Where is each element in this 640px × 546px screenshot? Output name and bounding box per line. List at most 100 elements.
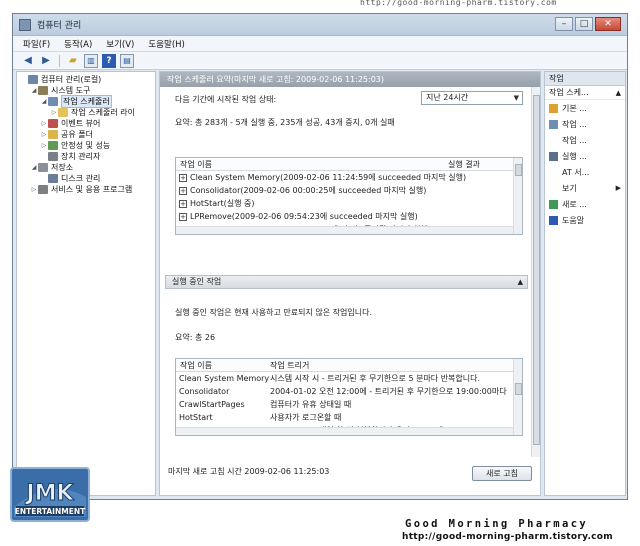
task-status-header: 작업 이름 실행 결과 [176,158,522,171]
status-summary: 요약: 총 283개 - 5개 실행 중, 235개 성공, 43개 중지, 0… [175,118,395,127]
table-row[interactable]: Consolidator 2004-01-02 오전 12:00에 - 트리거된 … [176,385,522,398]
table-row[interactable]: + HotStart(실행 중) [176,197,522,210]
watermark-title: Good Morning Pharmacy [405,518,589,530]
table-row[interactable]: + LPRemove(2009-02-06 09:54:23에 succeeded… [176,210,522,223]
actions-header: 작업 [545,72,625,86]
expand-toggle-icon[interactable]: ▷ [50,109,58,116]
table-row[interactable]: + Consolidator(2009-02-06 00:00:25에 succe… [176,184,522,197]
action-item[interactable]: 작업 ... [545,132,625,148]
expand-plus-icon[interactable]: + [179,186,187,195]
table-row[interactable]: HotStart 사용자가 로그온할 때 [176,411,522,424]
tree-node[interactable]: 장치 관리자 [17,151,155,162]
action-item[interactable]: 도움말 [545,212,625,228]
menu-action[interactable]: 동작(A) [64,38,92,50]
cropped-url-fragment: http://good-morning-pharm.tistory.com [360,0,557,7]
expand-toggle-icon[interactable]: ◢ [30,164,38,171]
table-row[interactable]: Clean System Memory 시스템 시작 시 - 트리거된 후 무기한… [176,372,522,385]
action-label: 보기 [562,183,577,193]
time-range-dropdown[interactable]: 지난 24시간 ▼ [421,91,523,105]
expand-plus-icon[interactable]: + [179,212,187,221]
summary-scrollbar[interactable] [531,87,540,457]
back-arrow-icon[interactable]: ◀ [21,54,35,68]
running-tasks-hscrollbar[interactable] [176,427,513,435]
action-item[interactable]: 보기 ▶ [545,180,625,196]
minimize-button[interactable]: – [555,17,573,31]
close-button[interactable]: ✕ [595,17,621,31]
table-row[interactable]: + Clean System Memory(2009-02-06 11:24:59… [176,171,522,184]
refresh-button[interactable]: 새로 고침 [472,466,532,481]
maximize-button[interactable]: □ [575,17,593,31]
running-tasks-section[interactable]: 실행 중인 작업 ▲ [165,275,528,289]
help-icon[interactable]: ? [102,53,116,68]
title-bar[interactable]: 컴퓨터 관리 – □ ✕ [13,14,627,36]
actions-subheader[interactable]: 작업 스케... ▲ [545,86,625,100]
blank-icon-space [549,136,558,145]
computer-icon [28,75,38,84]
expand-plus-icon[interactable]: + [179,199,187,208]
menu-view[interactable]: 보기(V) [106,38,134,50]
chevron-down-icon: ▼ [513,94,519,102]
tree-node[interactable]: ▷ 안정성 및 성능 [17,140,155,151]
action-item[interactable]: 실행 ... [545,148,625,164]
action-label: 작업 ... [562,119,587,129]
column-task-trigger[interactable]: 작업 트리거 [270,360,309,371]
tree-node[interactable]: ◢ 저장소 [17,162,155,173]
tree-node-label: 안정성 및 성능 [61,141,111,150]
expand-toggle-icon[interactable]: ▷ [40,142,48,149]
tree-node[interactable]: ▷ 이벤트 뷰어 [17,118,155,129]
basic-task-icon [549,103,558,113]
column-task-name[interactable]: 작업 이름 [176,159,448,170]
task-status-hscrollbar[interactable] [176,226,513,234]
tree-node[interactable]: 디스크 관리 [17,173,155,184]
action-item[interactable]: 기본 ... [545,100,625,116]
forward-arrow-icon[interactable]: ▶ [39,54,53,68]
running-tasks-title: 실행 중인 작업 [172,277,222,286]
action-item[interactable]: 작업 ... [545,116,625,132]
create-task-icon [549,119,558,129]
disk-icon [48,174,58,183]
column-run-result[interactable]: 실행 결과 [448,159,480,170]
tree-node-label: 공유 폴더 [61,130,93,139]
tools-icon [38,86,48,95]
summary-scroll-thumb[interactable] [533,95,540,445]
computer-management-window: 컴퓨터 관리 – □ ✕ 파일(F) 동작(A) 보기(V) 도움말(H) ◀ … [12,13,628,500]
tree-node[interactable]: ▷ 서비스 및 응용 프로그램 [17,184,155,195]
menu-file[interactable]: 파일(F) [23,38,50,50]
task-status-text: LPRemove(2009-02-06 09:54:23에 succeeded … [190,212,418,221]
expand-toggle-icon[interactable]: ▷ [30,186,38,193]
tree-node[interactable]: ▷ 작업 스케줄러 라이 [17,107,155,118]
task-name-cell: HotStart [179,413,213,422]
task-trigger-cell: 컴퓨터가 유휴 상태일 때 [270,400,352,409]
device-manager-icon [48,152,58,161]
action-label: AT 서... [562,167,590,177]
up-folder-icon[interactable]: ▰ [66,54,80,68]
running-tasks-icon [549,151,558,161]
expand-toggle-icon[interactable]: ▷ [40,120,48,127]
menu-help[interactable]: 도움말(H) [148,38,184,50]
task-trigger-cell: 2004-01-02 오전 12:00에 - 트리거된 후 무기한으로 19:0… [270,387,507,396]
column-task-name[interactable]: 작업 이름 [176,360,270,371]
tree-node[interactable]: 컴퓨터 관리(로컬) [17,74,155,85]
action-label: 실행 ... [562,151,587,161]
task-status-scrollbar[interactable] [513,158,522,234]
expand-toggle-icon[interactable]: ◢ [30,87,38,94]
show-hide-action-pane-icon[interactable]: ▤ [120,53,134,68]
show-hide-tree-icon[interactable]: ▥ [84,53,98,68]
collapse-icon[interactable]: ▲ [616,86,621,100]
clock-icon [48,97,58,106]
action-item[interactable]: AT 서... [545,164,625,180]
expand-toggle-icon[interactable]: ▷ [40,131,48,138]
time-range-value: 지난 24시간 [426,93,469,102]
toolbar: ◀ ▶ ▰ ▥ ? ▤ [13,52,627,70]
submenu-arrow-icon: ▶ [615,184,621,192]
table-row[interactable]: CrawlStartPages 컴퓨터가 유휴 상태일 때 [176,398,522,411]
tree-node[interactable]: ▷ 공유 폴더 [17,129,155,140]
expand-plus-icon[interactable]: + [179,173,187,182]
action-item[interactable]: 새로 ... [545,196,625,212]
tree-node[interactable]: ◢ 작업 스케줄러 [17,95,155,108]
running-tasks-scrollbar[interactable] [513,359,522,435]
collapse-icon[interactable]: ▲ [518,276,523,288]
expand-toggle-icon[interactable]: ◢ [40,98,48,105]
actions-pane: 작업 작업 스케... ▲ 기본 ... 작업 ... 작업 ... 실행 ... AT… [544,71,626,496]
folder-icon [58,108,68,117]
